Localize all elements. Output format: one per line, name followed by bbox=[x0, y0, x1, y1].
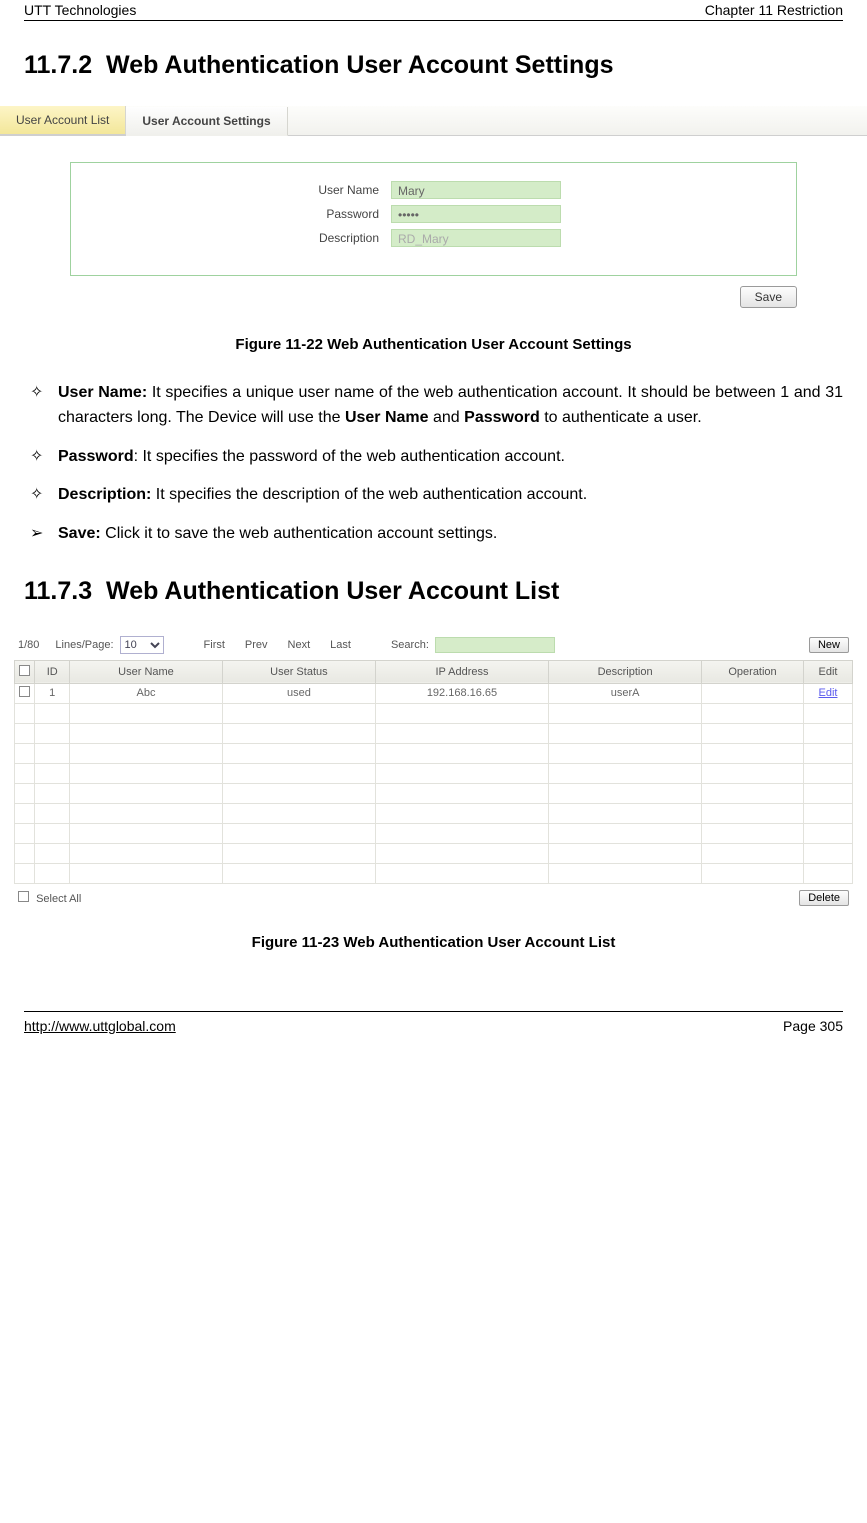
cell-op bbox=[702, 683, 804, 703]
tab-bar: User Account List User Account Settings bbox=[0, 106, 867, 136]
search-input[interactable] bbox=[435, 637, 555, 653]
page-footer: http://www.uttglobal.com Page 305 bbox=[24, 1011, 843, 1038]
tab-user-account-settings[interactable]: User Account Settings bbox=[126, 107, 287, 136]
table-row bbox=[15, 783, 853, 803]
col-edit: Edit bbox=[803, 660, 852, 683]
table-row bbox=[15, 823, 853, 843]
col-username: User Name bbox=[70, 660, 223, 683]
col-description: Description bbox=[549, 660, 702, 683]
table-row bbox=[15, 723, 853, 743]
pager-prev[interactable]: Prev bbox=[245, 639, 268, 651]
edit-link[interactable]: Edit bbox=[803, 683, 852, 703]
col-userstatus: User Status bbox=[222, 660, 375, 683]
section-heading-2: 11.7.3 Web Authentication User Account L… bbox=[24, 577, 843, 606]
diamond-icon: ✧ bbox=[24, 445, 58, 470]
search-label: Search: bbox=[391, 639, 429, 651]
table-row bbox=[15, 843, 853, 863]
figure-11-22-caption: Figure 11-22 Web Authentication User Acc… bbox=[24, 336, 843, 353]
password-input[interactable]: ••••• bbox=[391, 205, 561, 223]
lines-per-page-select[interactable]: 10 bbox=[120, 636, 164, 654]
description-list-1: ✧ User Name: It specifies a unique user … bbox=[24, 381, 843, 547]
password-label: Password bbox=[81, 207, 391, 221]
select-all[interactable]: Select All bbox=[18, 891, 81, 905]
cell-username: Abc bbox=[70, 683, 223, 703]
settings-form: User Name Mary Password ••••• Descriptio… bbox=[70, 162, 797, 276]
col-operation: Operation bbox=[702, 660, 804, 683]
table-row bbox=[15, 803, 853, 823]
list-toolbar: 1/80 Lines/Page: 10 First Prev Next Last… bbox=[14, 632, 853, 660]
delete-button[interactable]: Delete bbox=[799, 890, 849, 906]
col-checkbox[interactable] bbox=[15, 660, 35, 683]
section-heading-1: 11.7.2 Web Authentication User Account S… bbox=[24, 51, 843, 80]
col-ip: IP Address bbox=[375, 660, 548, 683]
diamond-icon: ✧ bbox=[24, 483, 58, 508]
description-input[interactable]: RD_Mary bbox=[391, 229, 561, 247]
username-label: User Name bbox=[81, 183, 391, 197]
header-right: Chapter 11 Restriction bbox=[705, 2, 843, 18]
cell-id: 1 bbox=[35, 683, 70, 703]
cell-desc: userA bbox=[549, 683, 702, 703]
lines-per-page-label: Lines/Page: bbox=[55, 639, 113, 651]
tab-user-account-list[interactable]: User Account List bbox=[0, 106, 126, 135]
page-number: Page 305 bbox=[783, 1018, 843, 1034]
footer-link[interactable]: http://www.uttglobal.com bbox=[24, 1018, 176, 1034]
description-label: Description bbox=[81, 231, 391, 245]
diamond-icon: ✧ bbox=[24, 381, 58, 431]
row-checkbox[interactable] bbox=[15, 683, 35, 703]
pager-next[interactable]: Next bbox=[288, 639, 311, 651]
figure-11-23-caption: Figure 11-23 Web Authentication User Acc… bbox=[24, 934, 843, 951]
pager-first[interactable]: First bbox=[204, 639, 225, 651]
table-row bbox=[15, 763, 853, 783]
table-row: 1 Abc used 192.168.16.65 userA Edit bbox=[15, 683, 853, 703]
figure-11-23: 1/80 Lines/Page: 10 First Prev Next Last… bbox=[14, 632, 853, 906]
header-left: UTT Technologies bbox=[24, 2, 136, 18]
cell-status: used bbox=[222, 683, 375, 703]
user-account-table: ID User Name User Status IP Address Desc… bbox=[14, 660, 853, 884]
table-row bbox=[15, 863, 853, 883]
table-header-row: ID User Name User Status IP Address Desc… bbox=[15, 660, 853, 683]
table-row bbox=[15, 743, 853, 763]
col-id: ID bbox=[35, 660, 70, 683]
table-row bbox=[15, 703, 853, 723]
pager-count: 1/80 bbox=[18, 639, 39, 651]
triangle-icon: ➢ bbox=[24, 522, 58, 547]
select-all-checkbox[interactable] bbox=[18, 891, 29, 902]
new-button[interactable]: New bbox=[809, 637, 849, 653]
cell-ip: 192.168.16.65 bbox=[375, 683, 548, 703]
username-input[interactable]: Mary bbox=[391, 181, 561, 199]
figure-11-22: User Account List User Account Settings … bbox=[0, 106, 867, 308]
pager-last[interactable]: Last bbox=[330, 639, 351, 651]
page-header: UTT Technologies Chapter 11 Restriction bbox=[24, 0, 843, 21]
save-button[interactable]: Save bbox=[740, 286, 797, 308]
